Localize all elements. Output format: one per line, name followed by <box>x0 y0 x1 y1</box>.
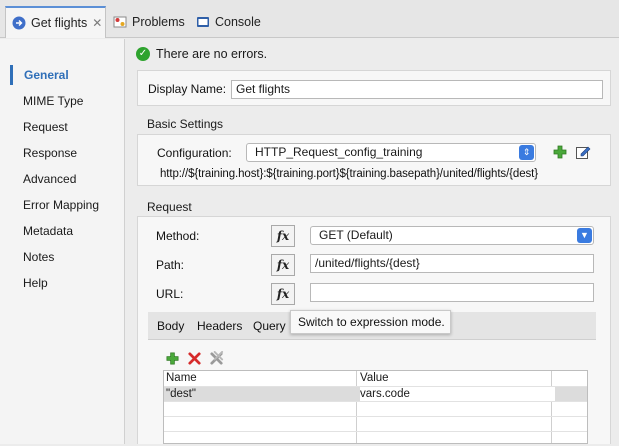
table-row[interactable]: "dest" vars.code <box>164 386 587 401</box>
nav-item-help[interactable]: Help <box>12 273 122 293</box>
tab-headers[interactable]: Headers <box>197 319 242 333</box>
fx-method-button[interactable]: fx <box>271 225 295 247</box>
check-icon: ✓ <box>136 47 150 61</box>
tab-label: Problems <box>132 15 185 29</box>
fx-url-button[interactable]: fx <box>271 283 295 305</box>
close-icon[interactable]: ✕ <box>92 16 102 30</box>
table-row <box>164 416 587 431</box>
method-value: GET (Default) <box>319 228 393 242</box>
method-select[interactable]: GET (Default) ▼ <box>310 226 594 245</box>
basic-settings-title: Basic Settings <box>147 117 224 131</box>
row-value-cell[interactable]: vars.code <box>360 387 555 401</box>
tab-problems[interactable]: Problems <box>113 6 185 38</box>
flow-icon <box>12 16 26 30</box>
nav-item-request[interactable]: Request <box>12 117 122 137</box>
delete-row-icon[interactable] <box>187 351 203 367</box>
status-text: There are no errors. <box>156 47 268 61</box>
editor-tab-bar: Get flights ✕ Problems Console <box>0 0 619 38</box>
tab-console[interactable]: Console <box>196 6 261 38</box>
url-label: URL: <box>156 287 184 301</box>
basic-settings-panel: Configuration: HTTP_Request_config_train… <box>137 134 611 186</box>
tooltip: Switch to expression mode. <box>290 310 451 334</box>
tab-get-flights[interactable]: Get flights ✕ <box>5 6 106 38</box>
config-url-text: http://${training.host}:${training.port}… <box>160 168 538 180</box>
tab-label: Console <box>215 15 261 29</box>
nav-item-response[interactable]: Response <box>12 143 122 163</box>
configuration-value: HTTP_Request_config_training <box>255 145 423 159</box>
nav-item-mime-type[interactable]: MIME Type <box>12 91 122 111</box>
add-row-icon[interactable] <box>165 351 181 367</box>
url-field[interactable] <box>310 283 594 302</box>
table-row <box>164 401 587 416</box>
column-header-value: Value <box>360 372 389 384</box>
tab-body[interactable]: Body <box>157 319 184 333</box>
path-field[interactable]: /united/flights/{dest} <box>310 254 594 273</box>
properties-nav: General MIME Type Request Response Advan… <box>0 39 125 444</box>
method-label: Method: <box>156 229 200 243</box>
edit-config-icon[interactable] <box>575 144 591 160</box>
nav-item-general[interactable]: General <box>10 65 120 85</box>
tab-label: Get flights <box>31 16 88 30</box>
request-title: Request <box>147 200 192 214</box>
display-name-panel: Display Name: Get flights <box>137 70 611 106</box>
configuration-select[interactable]: HTTP_Request_config_training ⇕ <box>246 143 536 162</box>
problems-icon <box>113 15 127 29</box>
add-config-icon[interactable] <box>552 144 568 160</box>
query-params-table: Name Value "dest" vars.code <box>163 370 588 444</box>
status-message: ✓ There are no errors. <box>136 45 267 63</box>
console-icon <box>196 15 210 29</box>
nav-item-metadata[interactable]: Metadata <box>12 221 122 241</box>
row-name-cell[interactable]: "dest" <box>166 387 196 401</box>
nav-item-error-mapping[interactable]: Error Mapping <box>12 195 122 215</box>
configuration-label: Configuration: <box>157 146 232 160</box>
column-header-name: Name <box>166 372 197 384</box>
nav-item-advanced[interactable]: Advanced <box>12 169 122 189</box>
display-name-label: Display Name: <box>148 82 227 96</box>
fx-path-button[interactable]: fx <box>271 254 295 276</box>
chevron-updown-icon: ⇕ <box>519 145 534 160</box>
delete-all-icon[interactable] <box>209 351 225 367</box>
display-name-field[interactable]: Get flights <box>231 80 603 99</box>
path-label: Path: <box>156 258 185 272</box>
general-panel: ✓ There are no errors. Display Name: Get… <box>126 39 619 444</box>
nav-item-notes[interactable]: Notes <box>12 247 122 267</box>
chevron-down-icon: ▼ <box>577 228 592 243</box>
